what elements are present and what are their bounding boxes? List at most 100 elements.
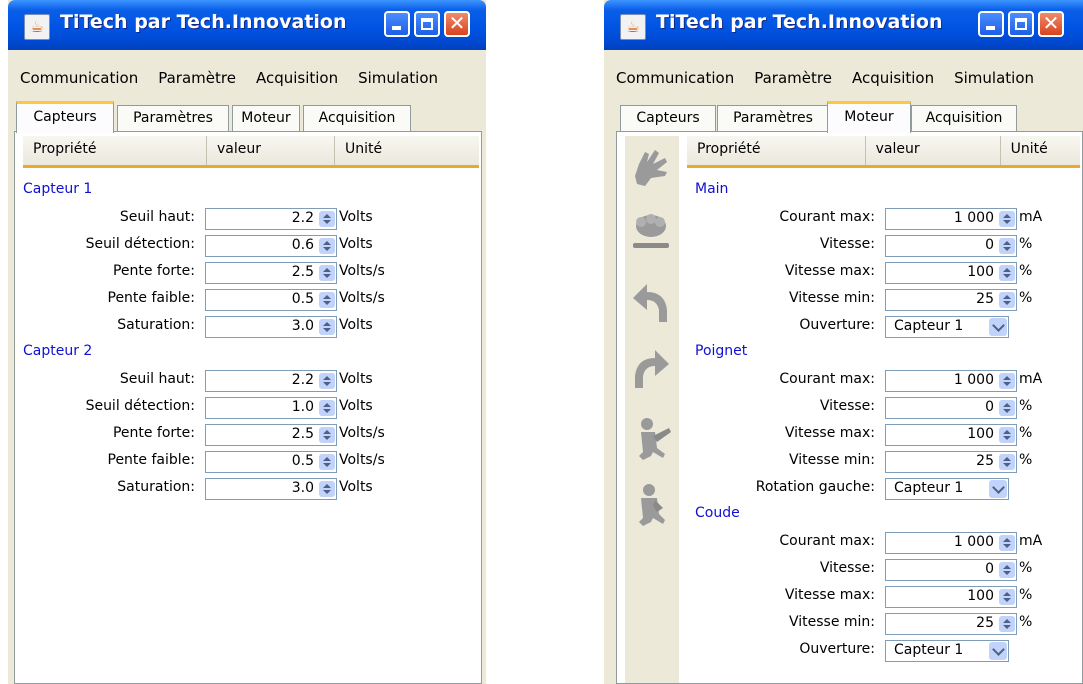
spinner-arrows-icon[interactable] xyxy=(999,292,1015,308)
arrow-down-icon[interactable] xyxy=(1003,247,1011,251)
arrow-down-icon[interactable] xyxy=(1003,274,1011,278)
arrow-down-icon[interactable] xyxy=(323,409,331,413)
value-spinner[interactable]: 1 000 xyxy=(885,370,1017,392)
value-spinner[interactable]: 0.6 xyxy=(205,235,337,257)
title-bar[interactable]: ☕ TiTech par Tech.Innovation ✕ xyxy=(604,0,1083,50)
arrow-up-icon[interactable] xyxy=(323,376,331,380)
arrow-down-icon[interactable] xyxy=(1003,598,1011,602)
arrow-up-icon[interactable] xyxy=(1003,268,1011,272)
menu-simulation[interactable]: Simulation xyxy=(954,69,1034,87)
arrow-down-icon[interactable] xyxy=(1003,301,1011,305)
arrow-up-icon[interactable] xyxy=(323,484,331,488)
arrow-up-icon[interactable] xyxy=(1003,241,1011,245)
value-spinner[interactable]: 1 000 xyxy=(885,208,1017,230)
value-spinner[interactable]: 100 xyxy=(885,424,1017,446)
tab-moteur[interactable]: Moteur xyxy=(232,105,300,132)
menu-parametre[interactable]: Paramètre xyxy=(158,69,236,87)
arrow-up-icon[interactable] xyxy=(323,295,331,299)
header-unite[interactable]: Unité xyxy=(1001,136,1080,165)
spinner-value[interactable]: 1 000 xyxy=(954,534,994,550)
java-app-icon[interactable]: ☕ xyxy=(620,14,646,40)
value-spinner[interactable]: 0 xyxy=(885,559,1017,581)
spinner-value[interactable]: 25 xyxy=(976,453,994,469)
menu-parametre[interactable]: Paramètre xyxy=(754,69,832,87)
sensor-dropdown[interactable]: Capteur 1 xyxy=(885,316,1009,338)
spinner-value[interactable]: 2.2 xyxy=(292,372,314,388)
spinner-arrows-icon[interactable] xyxy=(319,373,335,389)
arrow-down-icon[interactable] xyxy=(1003,436,1011,440)
sensor-dropdown[interactable]: Capteur 1 xyxy=(885,478,1009,500)
close-button[interactable]: ✕ xyxy=(444,11,470,37)
arrow-up-icon[interactable] xyxy=(1003,214,1011,218)
spinner-arrows-icon[interactable] xyxy=(319,454,335,470)
arrow-down-icon[interactable] xyxy=(323,301,331,305)
spinner-arrows-icon[interactable] xyxy=(999,238,1015,254)
spinner-arrows-icon[interactable] xyxy=(319,400,335,416)
spinner-value[interactable]: 0.5 xyxy=(292,291,314,307)
spinner-arrows-icon[interactable] xyxy=(999,400,1015,416)
arrow-down-icon[interactable] xyxy=(1003,625,1011,629)
tab-acquisition[interactable]: Acquisition xyxy=(911,105,1017,132)
arrow-down-icon[interactable] xyxy=(323,247,331,251)
arrow-down-icon[interactable] xyxy=(323,463,331,467)
arrow-up-icon[interactable] xyxy=(323,268,331,272)
chevron-down-icon[interactable] xyxy=(989,642,1007,660)
value-spinner[interactable]: 3.0 xyxy=(205,316,337,338)
arrow-down-icon[interactable] xyxy=(1003,220,1011,224)
arm-extend-icon[interactable] xyxy=(629,416,673,464)
arrow-down-icon[interactable] xyxy=(323,274,331,278)
spinner-value[interactable]: 0 xyxy=(985,399,994,415)
value-spinner[interactable]: 2.2 xyxy=(205,208,337,230)
arrow-up-icon[interactable] xyxy=(1003,619,1011,623)
tab-acquisition[interactable]: Acquisition xyxy=(303,105,411,132)
menu-communication[interactable]: Communication xyxy=(20,69,138,87)
minimize-button[interactable] xyxy=(978,11,1004,37)
arrow-up-icon[interactable] xyxy=(1003,295,1011,299)
spinner-arrows-icon[interactable] xyxy=(999,562,1015,578)
arrow-up-icon[interactable] xyxy=(1003,403,1011,407)
value-spinner[interactable]: 1 000 xyxy=(885,532,1017,554)
value-spinner[interactable]: 25 xyxy=(885,289,1017,311)
arrow-up-icon[interactable] xyxy=(1003,430,1011,434)
arrow-down-icon[interactable] xyxy=(1003,544,1011,548)
arrow-up-icon[interactable] xyxy=(323,403,331,407)
hand-closed-icon[interactable] xyxy=(629,210,673,254)
value-spinner[interactable]: 0.5 xyxy=(205,289,337,311)
arrow-up-icon[interactable] xyxy=(323,322,331,326)
arrow-up-icon[interactable] xyxy=(1003,538,1011,542)
arrow-up-icon[interactable] xyxy=(1003,565,1011,569)
arrow-up-icon[interactable] xyxy=(323,214,331,218)
tab-moteur[interactable]: Moteur xyxy=(827,101,911,133)
spinner-arrows-icon[interactable] xyxy=(999,265,1015,281)
value-spinner[interactable]: 0 xyxy=(885,235,1017,257)
value-spinner[interactable]: 2.2 xyxy=(205,370,337,392)
spinner-value[interactable]: 3.0 xyxy=(292,480,314,496)
spinner-arrows-icon[interactable] xyxy=(999,454,1015,470)
header-propriete[interactable]: Propriété xyxy=(23,136,207,165)
arrow-up-icon[interactable] xyxy=(1003,376,1011,380)
tab-parametres[interactable]: Paramètres xyxy=(717,105,829,132)
spinner-value[interactable]: 25 xyxy=(976,291,994,307)
maximize-button[interactable] xyxy=(414,11,440,37)
spinner-value[interactable]: 3.0 xyxy=(292,318,314,334)
rotate-left-icon[interactable] xyxy=(629,280,673,324)
spinner-arrows-icon[interactable] xyxy=(999,373,1015,389)
value-spinner[interactable]: 100 xyxy=(885,586,1017,608)
menu-communication[interactable]: Communication xyxy=(616,69,734,87)
arrow-down-icon[interactable] xyxy=(323,436,331,440)
spinner-value[interactable]: 2.2 xyxy=(292,210,314,226)
header-propriete[interactable]: Propriété xyxy=(687,136,866,165)
spinner-value[interactable]: 100 xyxy=(967,264,994,280)
value-spinner[interactable]: 2.5 xyxy=(205,424,337,446)
value-spinner[interactable]: 0.5 xyxy=(205,451,337,473)
spinner-value[interactable]: 0 xyxy=(985,237,994,253)
spinner-value[interactable]: 0 xyxy=(985,561,994,577)
spinner-arrows-icon[interactable] xyxy=(999,589,1015,605)
arrow-up-icon[interactable] xyxy=(1003,592,1011,596)
spinner-value[interactable]: 100 xyxy=(967,426,994,442)
arrow-down-icon[interactable] xyxy=(1003,463,1011,467)
arrow-up-icon[interactable] xyxy=(1003,457,1011,461)
arrow-up-icon[interactable] xyxy=(323,241,331,245)
maximize-button[interactable] xyxy=(1008,11,1034,37)
spinner-arrows-icon[interactable] xyxy=(319,481,335,497)
